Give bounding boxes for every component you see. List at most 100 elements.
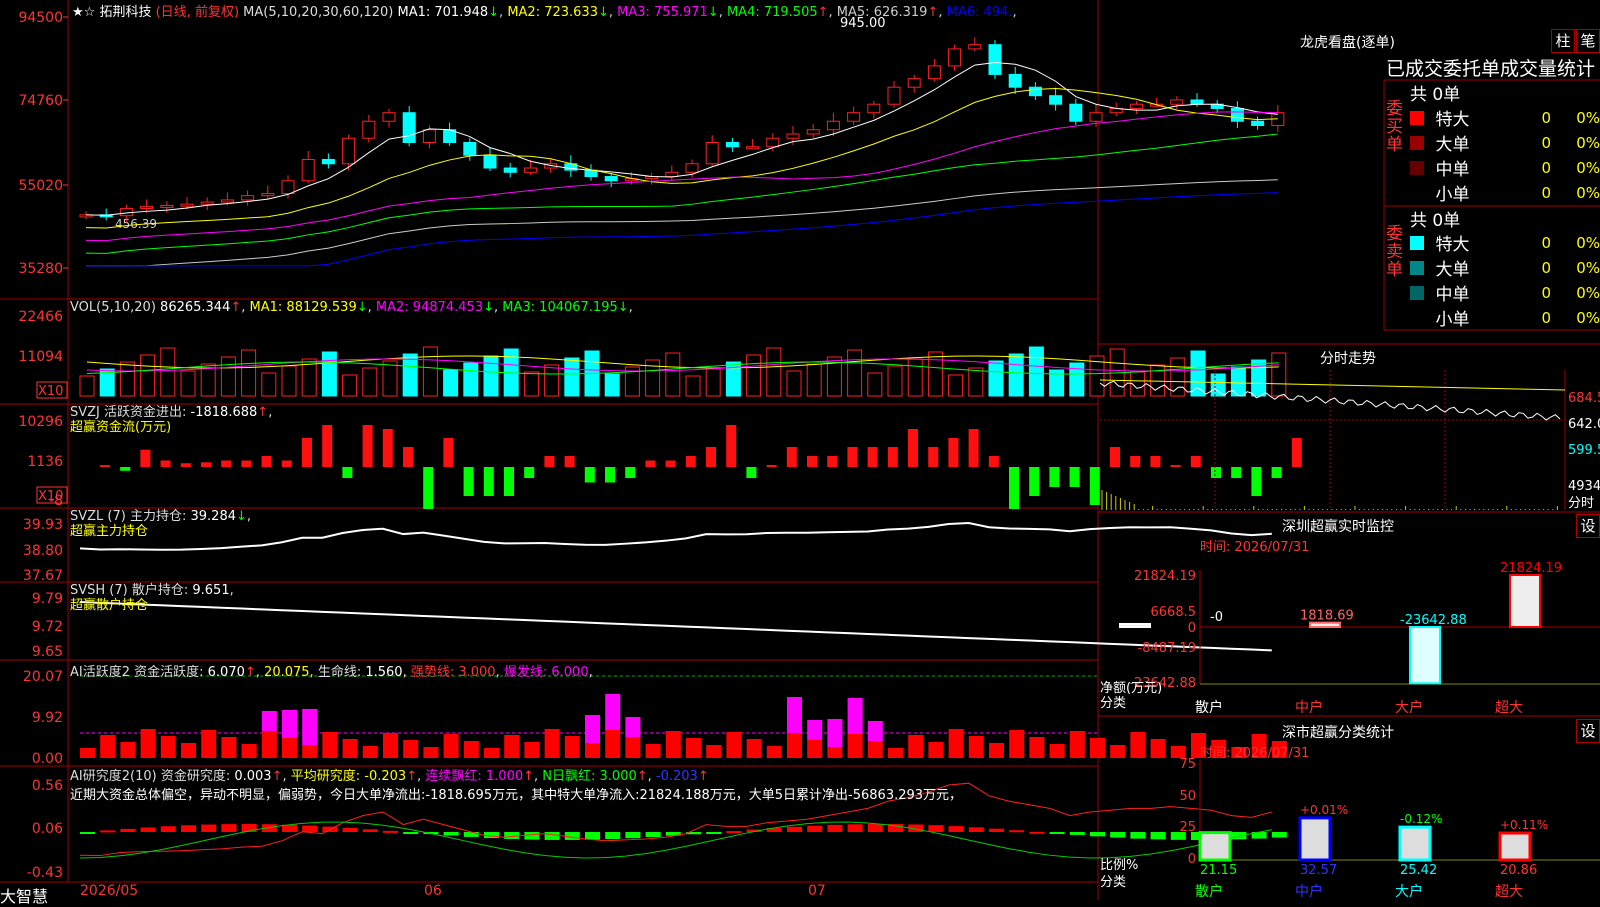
order-row[interactable]: 小单 0 0% xyxy=(1410,180,1600,206)
ma-item: MA3: 755.971 xyxy=(617,5,708,20)
order-pct: 0% xyxy=(1576,133,1600,152)
order-row[interactable]: 特大 0 0% xyxy=(1410,105,1600,130)
flow-bar xyxy=(605,467,615,483)
candle-body xyxy=(705,142,719,165)
ma-item: MA2: 94874.453 xyxy=(375,300,484,315)
active-bar xyxy=(423,747,439,758)
flow-bar xyxy=(443,438,454,467)
retail-tick: 9.79 xyxy=(32,591,63,607)
active-bar xyxy=(241,744,257,758)
stock-name[interactable]: 拓荆科技 xyxy=(99,5,151,20)
frame-lines xyxy=(0,0,1600,900)
sc-settings-button[interactable]: 设 xyxy=(1576,719,1600,743)
down-arrow-icon: ↓ xyxy=(483,300,495,315)
price-tick: 35280 xyxy=(18,261,63,277)
candle-body xyxy=(1049,95,1063,105)
flow-bar xyxy=(867,447,878,467)
volume-bar xyxy=(746,354,762,397)
order-row[interactable]: 小单 0 0% xyxy=(1410,305,1600,331)
svsh-value: 9.651 xyxy=(192,583,230,598)
bar-mode-button[interactable]: 柱 xyxy=(1551,29,1575,53)
sz-bar xyxy=(1509,574,1541,628)
volume-bar xyxy=(1069,362,1085,397)
research-bar xyxy=(787,826,802,832)
active-bar xyxy=(766,746,782,758)
fs-vol-unit: 分时 xyxy=(1568,496,1594,511)
order-row[interactable]: 大单 0 0% xyxy=(1410,130,1600,155)
flow-bar xyxy=(564,456,575,467)
sz-category-label: 中户 xyxy=(1295,699,1323,716)
ai-activity-pane[interactable]: 20.07 9.92 0.00 xyxy=(23,669,1287,767)
ma-item: MA3: 104067.195 xyxy=(502,300,618,315)
active-bar xyxy=(867,741,883,758)
order-row[interactable]: 大单 0 0% xyxy=(1410,255,1600,280)
active-bar xyxy=(726,732,742,758)
flow-bar xyxy=(948,438,959,467)
research-bar xyxy=(1029,831,1045,834)
flow-bar xyxy=(140,449,151,467)
fs-vol-tick: 4934 xyxy=(1568,479,1600,494)
shenzhen-category-chart[interactable]: 75 50 25 0 21.15 散户 +0.01% 32.57 中户 -0.12% 25.42 大户… xyxy=(1179,757,1600,900)
active-bar xyxy=(706,745,722,758)
ai-active-v2: 20.075 xyxy=(264,665,310,680)
order-row[interactable]: 中单 0 0% xyxy=(1410,280,1600,305)
candlesticks[interactable] xyxy=(79,37,1285,223)
ma-item: MA1: 701.948 xyxy=(397,5,489,20)
up-arrow-icon: ↑ xyxy=(257,405,269,420)
volume-bar xyxy=(988,360,1004,397)
volume-bar xyxy=(483,355,499,397)
sz-monitor-title: 深圳超赢实时监控 xyxy=(1282,519,1394,535)
candle-body xyxy=(806,129,820,135)
active-bar xyxy=(989,743,1004,758)
research-bar xyxy=(120,828,136,832)
order-row[interactable]: 特大 0 0% xyxy=(1410,230,1600,255)
candle-body xyxy=(402,112,416,143)
candle-body xyxy=(604,176,618,182)
order-stats-tabs[interactable]: 已成交委托单成交量统计 xyxy=(1386,54,1595,81)
order-type: 大单 xyxy=(1435,260,1470,280)
sz-settings-button[interactable]: 设 xyxy=(1576,514,1600,538)
ma-line xyxy=(85,62,1278,216)
tick-mode-button[interactable]: 笔 xyxy=(1576,29,1600,53)
volume-bar xyxy=(1210,373,1226,397)
flow-bar xyxy=(645,460,656,467)
research-bar xyxy=(1110,832,1126,838)
flow-bar xyxy=(887,447,898,467)
candle-body xyxy=(988,44,1002,75)
candle-body xyxy=(362,120,376,139)
sz-bar-label: -0 xyxy=(1210,610,1223,625)
order-row[interactable]: 中单 0 0% xyxy=(1410,155,1600,180)
sc-value-label: 20.86 xyxy=(1500,863,1537,878)
order-type: 小单 xyxy=(1435,310,1470,330)
candle-body xyxy=(119,207,133,217)
sc-time: 时间: 2026/07/31 xyxy=(1200,746,1310,761)
retail-tick: 9.72 xyxy=(32,619,63,635)
flow-bar xyxy=(706,447,716,467)
order-count: 0 xyxy=(1541,158,1552,177)
volume-pane[interactable]: 22466 11094 X10 xyxy=(18,309,1287,399)
flow-bar xyxy=(1130,456,1141,467)
active-bar xyxy=(645,744,661,758)
sc-delta-label: -0.12% xyxy=(1400,812,1442,826)
active-bar xyxy=(524,742,540,758)
shenzhen-monitor-chart[interactable]: 21824.19 6668.50 -8487.19 -23642.88 -0 散户 1818… xyxy=(1119,561,1600,716)
candle-body xyxy=(422,129,436,144)
sz-tick: -8487.19 xyxy=(1138,641,1196,656)
svzl-header: SVZL (7) 主力持仓: 39.284↓, 超赢主力持仓 xyxy=(70,509,252,539)
flow-tick: 10296 xyxy=(18,414,63,430)
main-chart-area[interactable]: 94500747605502035280945.00456.39 2246611… xyxy=(0,0,1600,900)
candle-body xyxy=(281,180,295,195)
life-value: 1.560 xyxy=(365,665,403,680)
order-type: 中单 xyxy=(1435,285,1470,305)
volume-bar xyxy=(907,358,923,397)
candle-body xyxy=(160,204,174,208)
flow-bar xyxy=(1170,465,1181,467)
avg-label: 平均研究度: xyxy=(290,769,361,784)
star-icon[interactable]: ★☆ xyxy=(72,5,95,20)
candle-body xyxy=(463,142,477,156)
active-peak-bar xyxy=(302,709,318,745)
strong-label: 强势线: xyxy=(410,665,455,680)
flow-bar xyxy=(504,467,514,496)
color-swatch xyxy=(1410,235,1424,250)
active-peak-bar xyxy=(867,721,883,741)
